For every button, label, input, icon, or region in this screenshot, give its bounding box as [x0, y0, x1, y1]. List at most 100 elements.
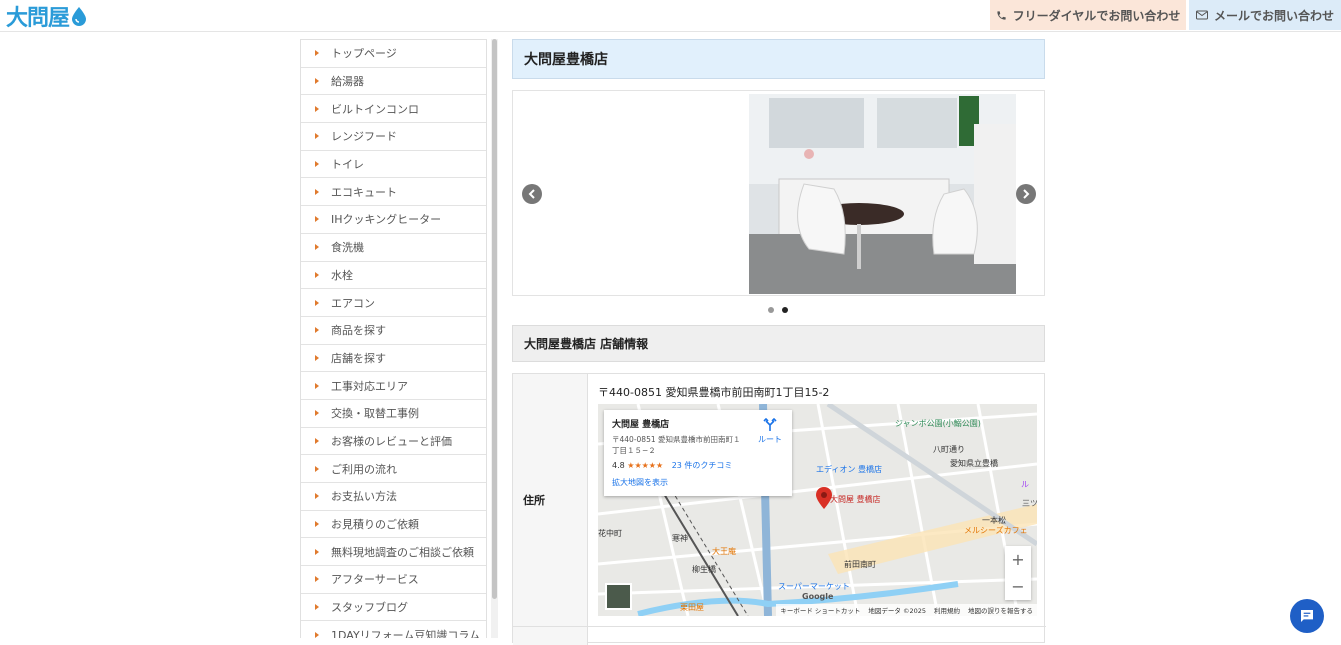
sidebar-item-label: エアコン	[331, 296, 375, 310]
chevron-left-icon	[528, 189, 535, 199]
sidebar-item-column[interactable]: 1DAYリフォーム豆知識コラム	[301, 621, 486, 638]
sidebar-item-label: 工事対応エリア	[331, 379, 408, 393]
phone-contact-button[interactable]: フリーダイヤルでお問い合わせ	[990, 0, 1186, 30]
route-button[interactable]: ルート	[758, 417, 782, 445]
zoom-out-button[interactable]: −	[1005, 573, 1031, 600]
slider-dots	[768, 307, 788, 313]
arrow-right-icon	[315, 521, 319, 528]
map-pin-label: 大問屋 豊橋店	[830, 495, 881, 504]
arrow-right-icon	[315, 437, 319, 444]
sidebar-item-usage-flow[interactable]: ご利用の流れ	[301, 455, 486, 483]
map-label-hachiban: 八町通り	[933, 445, 965, 454]
chevron-right-icon	[1023, 189, 1030, 199]
section-title: 大問屋豊橋店 店舗情報	[512, 325, 1045, 362]
map-label-ru: ル	[1021, 480, 1029, 489]
logo-text: 大問屋	[6, 6, 70, 31]
sidebar-item-range-hood[interactable]: レンジフード	[301, 123, 486, 151]
rating-stars: ★★★★★	[627, 461, 664, 470]
arrow-right-icon	[315, 50, 319, 57]
sidebar-item-label: IHクッキングヒーター	[331, 213, 442, 227]
sidebar-nav: トップページ 給湯器 ビルトインコンロ レンジフード トイレ エコキュート IH…	[300, 39, 487, 638]
map-footer-terms[interactable]: 利用規約	[934, 605, 960, 615]
sidebar-item-ecocute[interactable]: エコキュート	[301, 178, 486, 207]
map-info-card: 大問屋 豊橋店 〒440-0851 愛知県豊橋市前田南町１丁目１５−２ 4.8 …	[604, 410, 792, 496]
store-info-row-2	[513, 626, 1046, 645]
site-logo[interactable]: 大問屋	[6, 2, 87, 31]
sidebar-item-label: ビルトインコンロ	[331, 102, 419, 116]
map-label-mels: メルシーズカフェ	[964, 526, 1028, 535]
arrow-right-icon	[315, 604, 319, 611]
sidebar-item-label: 食洗機	[331, 241, 364, 255]
section-title-text: 大問屋豊橋店 店舗情報	[524, 337, 649, 351]
sidebar-item-dishwasher[interactable]: 食洗機	[301, 233, 486, 262]
image-slider	[512, 90, 1045, 296]
satellite-toggle[interactable]	[605, 583, 632, 610]
slider-dot-2[interactable]	[782, 307, 788, 313]
sidebar-item-find-product[interactable]: 商品を探す	[301, 316, 486, 345]
sidebar-item-estimate[interactable]: お見積りのご依頼	[301, 510, 486, 539]
store-interior-image	[749, 94, 1016, 294]
arrow-right-icon	[315, 188, 319, 195]
sidebar-item-aircon[interactable]: エアコン	[301, 289, 486, 317]
enlarge-map-link[interactable]: 拡大地図を表示	[612, 477, 784, 488]
map-label-maeda: 前田南町	[844, 560, 876, 569]
arrow-right-icon	[315, 493, 319, 500]
map-card-rating: 4.8 ★★★★★ 23 件のクチコミ	[612, 460, 784, 471]
map-zoom-controls: + −	[1005, 546, 1031, 600]
map-footer-data: 地図データ ©2025	[868, 607, 926, 615]
sidebar-item-label: お支払い方法	[331, 490, 397, 504]
route-label: ルート	[758, 435, 782, 444]
sidebar-item-toilet[interactable]: トイレ	[301, 150, 486, 179]
map-footer-shortcuts[interactable]: キーボード ショートカット	[780, 605, 860, 615]
chat-button[interactable]	[1290, 599, 1324, 633]
map-label-kurida: 栗田屋	[680, 603, 704, 612]
google-logo: Google	[802, 592, 834, 601]
sidebar-item-builtin-stove[interactable]: ビルトインコンロ	[301, 95, 486, 124]
directions-icon	[763, 417, 777, 431]
main-content: 大問屋豊橋店 大問屋豊橋店 店舗情報 住所 〒440-0851 愛知県豊橋市前田…	[512, 39, 1046, 645]
mail-button-label: メールでお問い合わせ	[1213, 8, 1334, 23]
sidebar-item-label: トイレ	[331, 158, 364, 172]
sidebar-item-staff-blog[interactable]: スタッフブログ	[301, 593, 486, 622]
address-label: 住所	[513, 374, 588, 626]
sidebar-item-faucet[interactable]: 水栓	[301, 261, 486, 290]
sidebar-item-payment[interactable]: お支払い方法	[301, 483, 486, 511]
sidebar-item-label: トップページ	[331, 47, 397, 61]
map-label-jambo: ジャンボ公園(小鰯公園)	[895, 419, 981, 428]
sidebar-item-label: 無料現地調査のご相談ご依頼	[331, 545, 474, 559]
map-label-mitsuya: 三ツ	[1022, 499, 1037, 508]
arrow-right-icon	[315, 78, 319, 85]
sidebar-item-ih-heater[interactable]: IHクッキングヒーター	[301, 206, 486, 234]
sidebar-item-label: 1DAYリフォーム豆知識コラム	[331, 628, 481, 638]
phone-button-label: フリーダイヤルでお問い合わせ	[1012, 8, 1181, 23]
slider-prev-button[interactable]	[522, 184, 542, 204]
arrow-right-icon	[315, 327, 319, 334]
sidebar-item-find-store[interactable]: 店舗を探す	[301, 344, 486, 373]
sidebar-item-label: お客様のレビューと評価	[331, 434, 452, 448]
slider-next-button[interactable]	[1016, 184, 1036, 204]
reviews-link[interactable]: 23 件のクチコミ	[672, 461, 733, 470]
map-footer: キーボード ショートカット 地図データ ©2025 利用規約 地図の誤りを報告す…	[776, 604, 1037, 616]
arrow-right-icon	[315, 548, 319, 555]
sidebar-item-work-examples[interactable]: 交換・取替工事例	[301, 399, 486, 428]
zoom-in-button[interactable]: +	[1005, 546, 1031, 573]
sidebar-item-label: 商品を探す	[331, 324, 386, 338]
sidebar-item-reviews[interactable]: お客様のレビューと評価	[301, 427, 486, 456]
sidebar-item-after-service[interactable]: アフターサービス	[301, 566, 486, 594]
slider-dot-1[interactable]	[768, 307, 774, 313]
sidebar-item-service-area[interactable]: 工事対応エリア	[301, 372, 486, 400]
sidebar-item-site-survey[interactable]: 無料現地調査のご相談ご依頼	[301, 538, 486, 567]
sidebar-scrollbar[interactable]	[491, 39, 498, 638]
scrollbar-thumb[interactable]	[492, 39, 497, 599]
map-label-super: スーパーマーケット	[778, 582, 850, 591]
google-map[interactable]: 大問屋 豊橋店 〒440-0851 愛知県豊橋市前田南町１丁目１５−２ 4.8 …	[598, 404, 1037, 616]
arrow-right-icon	[315, 105, 319, 112]
row-2-label	[513, 627, 588, 645]
arrow-right-icon	[315, 133, 319, 140]
arrow-right-icon	[315, 410, 319, 417]
map-footer-report[interactable]: 地図の誤りを報告する	[968, 605, 1033, 615]
mail-contact-button[interactable]: メールでお問い合わせ	[1189, 0, 1341, 30]
arrow-right-icon	[315, 576, 319, 583]
sidebar-item-water-heater[interactable]: 給湯器	[301, 67, 486, 96]
sidebar-item-top[interactable]: トップページ	[301, 40, 486, 68]
